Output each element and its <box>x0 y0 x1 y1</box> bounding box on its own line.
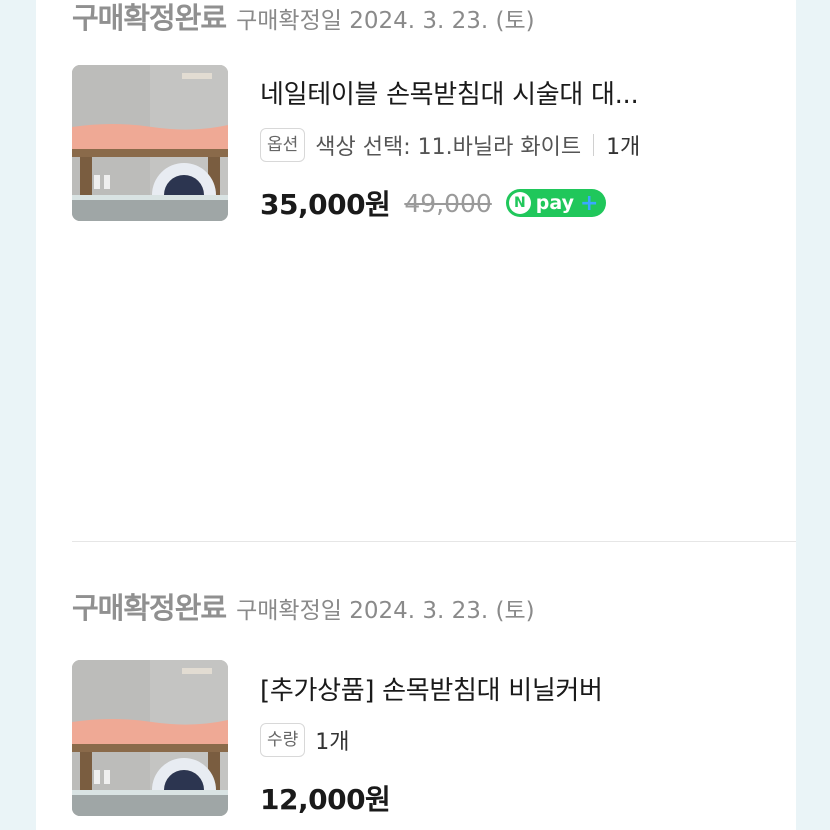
sale-price: 35,000원 <box>260 188 391 221</box>
option-row: 옵션 색상 선택: 11.바닐라 화이트 1개 <box>260 127 640 163</box>
nail-table-image <box>72 65 228 221</box>
order-status: 구매확정완료 <box>72 1 227 35</box>
npay-plus-badge: N pay + <box>505 189 607 217</box>
nail-table-image <box>72 660 228 816</box>
product-title[interactable]: [추가상품] 손목받침대 비닐커버 <box>260 670 603 707</box>
confirm-date: 구매확정일 2024. 3. 23. (토) <box>236 8 535 34</box>
product-thumbnail[interactable] <box>72 660 228 816</box>
order-status-row: 구매확정완료 구매확정일 2024. 3. 23. (토) <box>72 590 535 626</box>
original-price: 49,000 <box>404 188 492 218</box>
confirm-date: 구매확정일 2024. 3. 23. (토) <box>236 598 535 624</box>
order-list-card: 구매확정완료 구매확정일 2024. 3. 23. (토) 네일테이블 손목받침대… <box>36 0 796 830</box>
order-status: 구매확정완료 <box>72 591 227 625</box>
option-row: 수량 1개 <box>260 722 350 758</box>
option-text: 색상 선택: 11.바닐라 화이트 <box>315 135 582 160</box>
npay-n-icon: N <box>508 192 531 214</box>
product-title[interactable]: 네일테이블 손목받침대 시술대 대... <box>260 74 639 111</box>
quantity: 1개 <box>606 135 641 160</box>
order-divider <box>72 541 796 542</box>
option-tag: 옵션 <box>260 128 306 162</box>
price-row: 35,000원 49,000 N pay + <box>260 183 607 223</box>
option-divider <box>593 134 595 156</box>
plus-icon: + <box>580 190 599 216</box>
sale-price: 12,000원 <box>260 783 391 816</box>
quantity: 1개 <box>315 730 350 755</box>
order-status-row: 구매확정완료 구매확정일 2024. 3. 23. (토) <box>72 0 535 36</box>
price-row: 12,000원 <box>260 778 391 818</box>
product-thumbnail[interactable] <box>72 65 228 221</box>
quantity-tag: 수량 <box>260 723 306 757</box>
npay-label: pay <box>535 192 575 214</box>
